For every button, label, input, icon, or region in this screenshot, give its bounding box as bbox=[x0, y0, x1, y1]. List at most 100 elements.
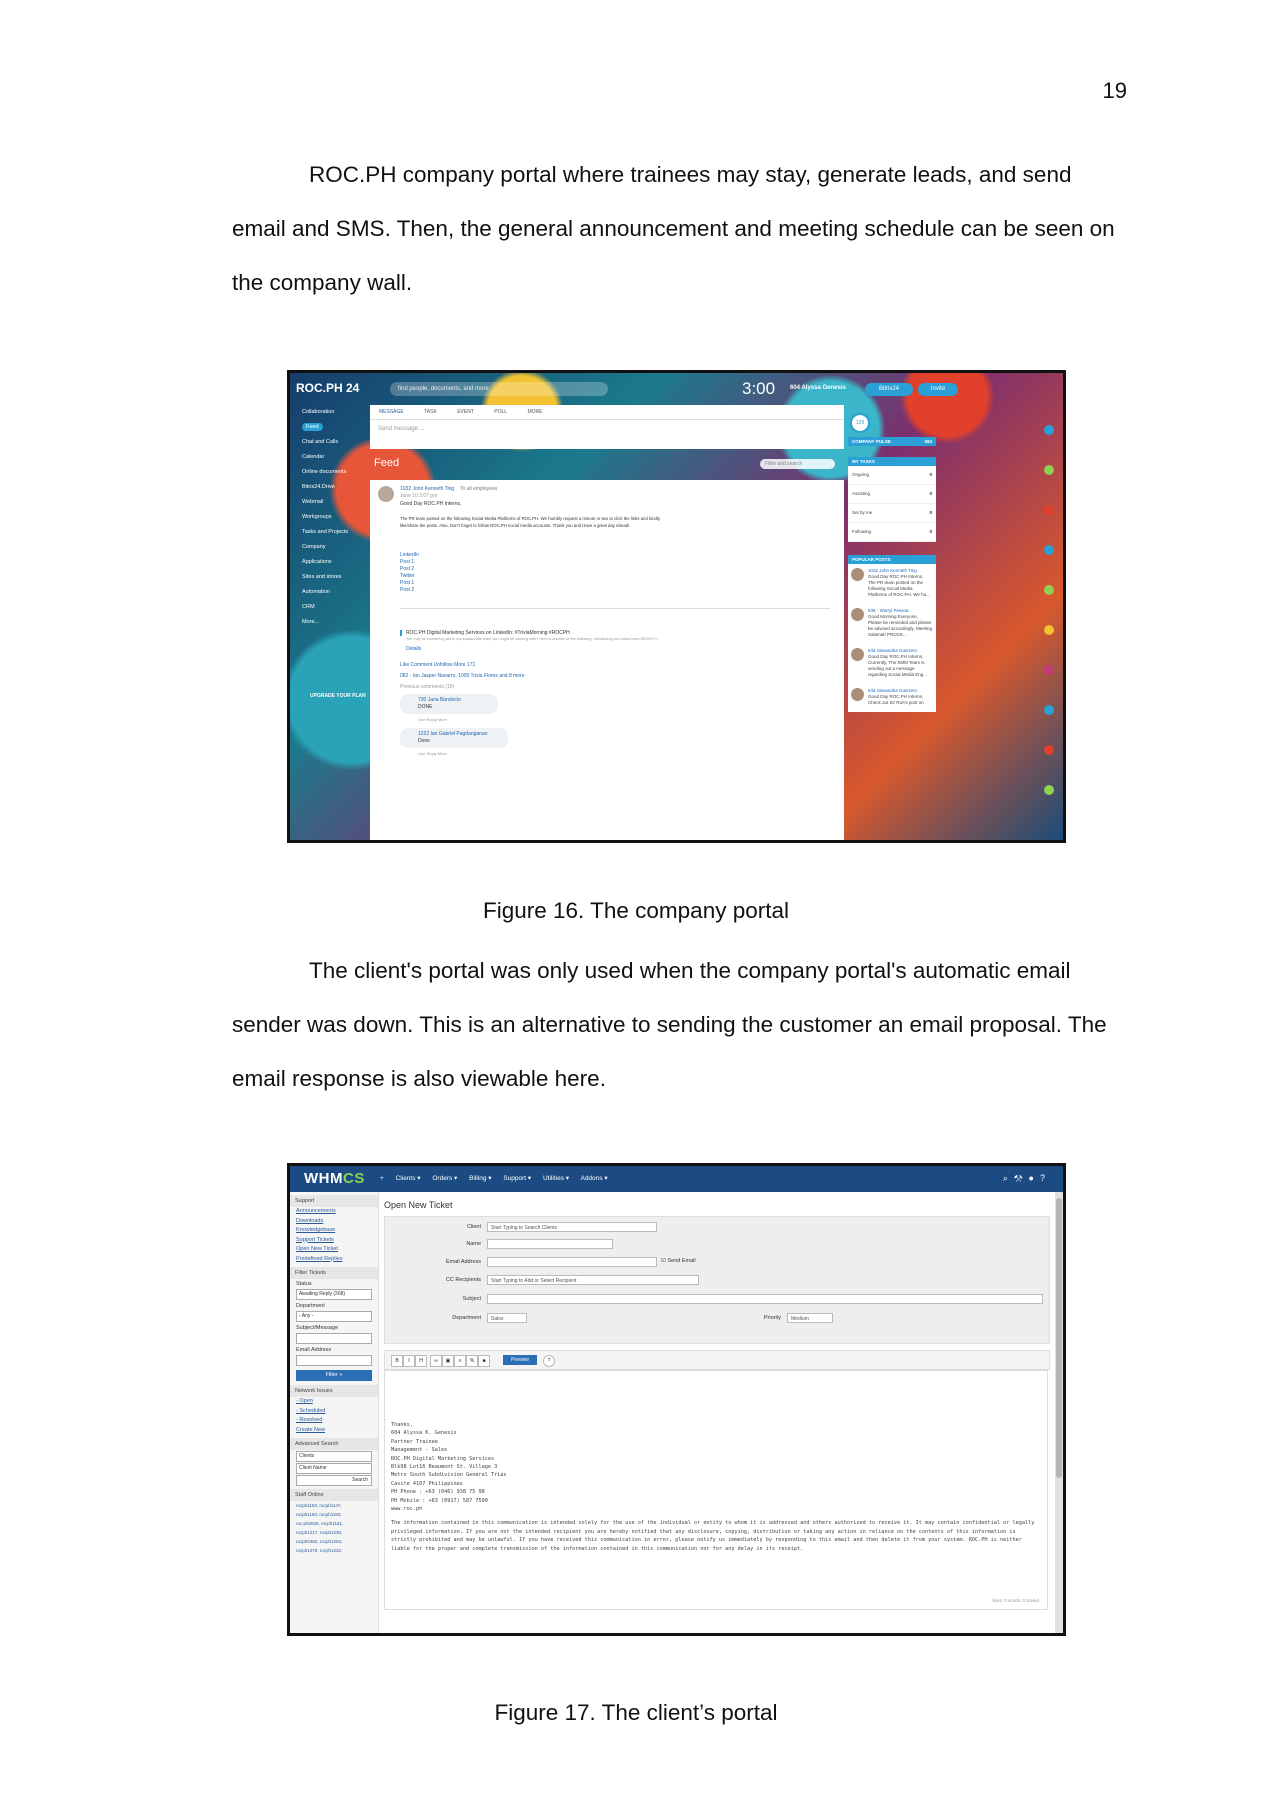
sidebar-item[interactable]: Applications bbox=[290, 555, 370, 570]
post-actions[interactable]: Like Comment Unfollow More 171 bbox=[400, 662, 475, 668]
popular-post[interactable]: 1032 John Kenneth Ting Good Day ROC.PH In… bbox=[848, 564, 936, 604]
feed-filter-input[interactable]: Filter and search bbox=[760, 459, 835, 469]
post-link[interactable]: Post 1 bbox=[400, 559, 414, 565]
tab-more[interactable]: MORE bbox=[527, 409, 542, 415]
client-search-input[interactable]: Start Typing to Search Clients bbox=[487, 1222, 657, 1232]
search-icon[interactable]: ⌕ bbox=[1003, 1173, 1014, 1183]
contact-avatar[interactable] bbox=[1044, 705, 1054, 715]
comment-author[interactable]: 1222 Ian Gabriel Pagdanganan bbox=[418, 731, 488, 737]
popular-post[interactable]: 544 Alexandria Guerrero Good Day ROC.PH I… bbox=[848, 644, 936, 684]
priority-select[interactable]: Medium bbox=[787, 1313, 833, 1323]
post-link[interactable]: Twitter bbox=[400, 573, 415, 579]
shared-link-title[interactable]: ROC.PH Digital Marketing Services on Lin… bbox=[400, 630, 570, 636]
sidebar-item[interactable]: Sites and stores bbox=[290, 570, 370, 585]
sidebar-item[interactable]: Calendar bbox=[290, 450, 370, 465]
message-editor[interactable]: Thanks, 604 Alyssa K. Genesis Partner Tr… bbox=[384, 1370, 1048, 1610]
menu-clients[interactable]: Clients ▾ bbox=[396, 1175, 421, 1182]
help-icon[interactable]: ? bbox=[1040, 1173, 1051, 1183]
task-row[interactable]: Set by me 0 bbox=[848, 504, 936, 523]
post-author[interactable]: 1032 John Kenneth Ting bbox=[400, 486, 454, 492]
subject-input[interactable] bbox=[487, 1294, 1043, 1304]
contact-avatar[interactable] bbox=[1044, 665, 1054, 675]
bold-icon[interactable]: B bbox=[391, 1355, 403, 1367]
contact-avatar[interactable] bbox=[1044, 465, 1054, 475]
name-input[interactable] bbox=[487, 1239, 613, 1249]
contact-avatar[interactable] bbox=[1044, 745, 1054, 755]
advanced-search-field[interactable]: Client Name bbox=[296, 1463, 372, 1474]
image-icon[interactable]: ▣ bbox=[442, 1355, 454, 1367]
online-count[interactable]: 129 bbox=[850, 413, 870, 433]
email-input[interactable] bbox=[296, 1355, 372, 1366]
sidebar-link[interactable]: Downloads bbox=[290, 1217, 378, 1227]
heading-icon[interactable]: H bbox=[415, 1355, 427, 1367]
compose-message-input[interactable]: Send message ... bbox=[370, 419, 844, 449]
quote-icon[interactable]: ■ bbox=[478, 1355, 490, 1367]
sidebar-link[interactable]: - Resolved bbox=[290, 1416, 378, 1426]
contact-avatar[interactable] bbox=[1044, 425, 1054, 435]
sidebar-link[interactable]: Knowledgebase bbox=[290, 1226, 378, 1236]
link-icon[interactable]: ∞ bbox=[430, 1355, 442, 1367]
contact-avatar[interactable] bbox=[1044, 545, 1054, 555]
sidebar-item-feed[interactable]: Feed bbox=[290, 420, 370, 435]
add-icon[interactable]: + bbox=[380, 1175, 384, 1182]
sidebar-link[interactable]: Create New bbox=[290, 1426, 378, 1436]
user-icon[interactable]: ● bbox=[1029, 1173, 1040, 1183]
sidebar-item[interactable]: CRM bbox=[290, 600, 370, 615]
sidebar-link[interactable]: Announcements bbox=[290, 1207, 378, 1217]
tab-poll[interactable]: POLL bbox=[494, 409, 507, 415]
post-link[interactable]: Post 2 bbox=[400, 587, 414, 593]
menu-orders[interactable]: Orders ▾ bbox=[432, 1175, 457, 1182]
cc-recipients-input[interactable]: Start Typing to Add or Select Recipient bbox=[487, 1275, 699, 1285]
shared-link-details[interactable]: Details bbox=[400, 646, 421, 652]
menu-support[interactable]: Support ▾ bbox=[503, 1175, 531, 1182]
sidebar-link[interactable]: Predefined Replies bbox=[290, 1255, 378, 1265]
sidebar-item[interactable]: Bitrix24.Drive bbox=[290, 480, 370, 495]
preview-button[interactable]: Preview bbox=[503, 1355, 537, 1365]
post-link[interactable]: Post 1 bbox=[400, 580, 414, 586]
contact-avatar[interactable] bbox=[1044, 625, 1054, 635]
post-reactions[interactable]: 082 - Ian Jasper Navarro, 1009 Trixia Fl… bbox=[400, 673, 525, 679]
comment-author[interactable]: 730 Jana Bandocio bbox=[418, 697, 461, 703]
sidebar-item[interactable]: Chat and Calls bbox=[290, 435, 370, 450]
subject-input[interactable] bbox=[296, 1333, 372, 1344]
scrollbar-thumb[interactable] bbox=[1056, 1198, 1062, 1478]
send-email-checkbox[interactable]: ☑ Send Email bbox=[661, 1258, 696, 1264]
upgrade-plan-link[interactable]: UPGRADE YOUR PLAN bbox=[298, 689, 366, 704]
popular-post[interactable]: 544 Alexandria Guerrero Good Day ROC.PH I… bbox=[848, 684, 936, 712]
list-icon[interactable]: ≡ bbox=[454, 1355, 466, 1367]
menu-utilities[interactable]: Utilities ▾ bbox=[543, 1175, 569, 1182]
menu-billing[interactable]: Billing ▾ bbox=[469, 1175, 491, 1182]
contact-avatar[interactable] bbox=[1044, 505, 1054, 515]
contact-avatar[interactable] bbox=[1044, 585, 1054, 595]
portal-invite-button[interactable]: Invite bbox=[918, 383, 958, 396]
sidebar-link[interactable]: Support Tickets bbox=[290, 1236, 378, 1246]
comment-actions[interactable]: Like Reply More bbox=[418, 751, 447, 756]
help-icon[interactable]: ? bbox=[543, 1355, 555, 1367]
sidebar-item[interactable]: Tasks and Projects bbox=[290, 525, 370, 540]
sidebar-item[interactable]: Workgroups bbox=[290, 510, 370, 525]
whmcs-logo[interactable]: WHMCS bbox=[304, 1170, 365, 1187]
task-row[interactable]: Assisting 0 bbox=[848, 485, 936, 504]
sidebar-item[interactable]: Webmail bbox=[290, 495, 370, 510]
portal-user-name[interactable]: 604 Alyssa Genesis bbox=[790, 385, 846, 391]
email-input[interactable] bbox=[487, 1257, 657, 1267]
previous-comments-link[interactable]: Previous comments (19) bbox=[400, 684, 454, 690]
sidebar-link[interactable]: - Open bbox=[290, 1397, 378, 1407]
wrench-icon[interactable]: ⚒ bbox=[1014, 1173, 1029, 1183]
contact-avatar[interactable] bbox=[1044, 785, 1054, 795]
menu-addons[interactable]: Addons ▾ bbox=[580, 1175, 607, 1182]
post-link[interactable]: LinkedIn bbox=[400, 552, 419, 558]
popular-post[interactable]: 536 - Sheryl Pessoa Good Morning Everyone… bbox=[848, 604, 936, 644]
department-select[interactable]: - Any - bbox=[296, 1311, 372, 1322]
tab-message[interactable]: MESSAGE bbox=[379, 409, 404, 415]
comment-actions[interactable]: Like Reply More bbox=[418, 717, 447, 722]
department-select[interactable]: Sales bbox=[487, 1313, 527, 1323]
sidebar-item[interactable]: Company bbox=[290, 540, 370, 555]
sidebar-item[interactable]: Online documents bbox=[290, 465, 370, 480]
tab-task[interactable]: TASK bbox=[424, 409, 437, 415]
sidebar-item[interactable]: More... bbox=[290, 615, 370, 630]
post-link[interactable]: Post 2 bbox=[400, 566, 414, 572]
sidebar-item[interactable]: Collaboration bbox=[290, 405, 370, 420]
sidebar-link[interactable]: - Scheduled bbox=[290, 1407, 378, 1417]
sidebar-link[interactable]: Open New Ticket bbox=[290, 1245, 378, 1255]
